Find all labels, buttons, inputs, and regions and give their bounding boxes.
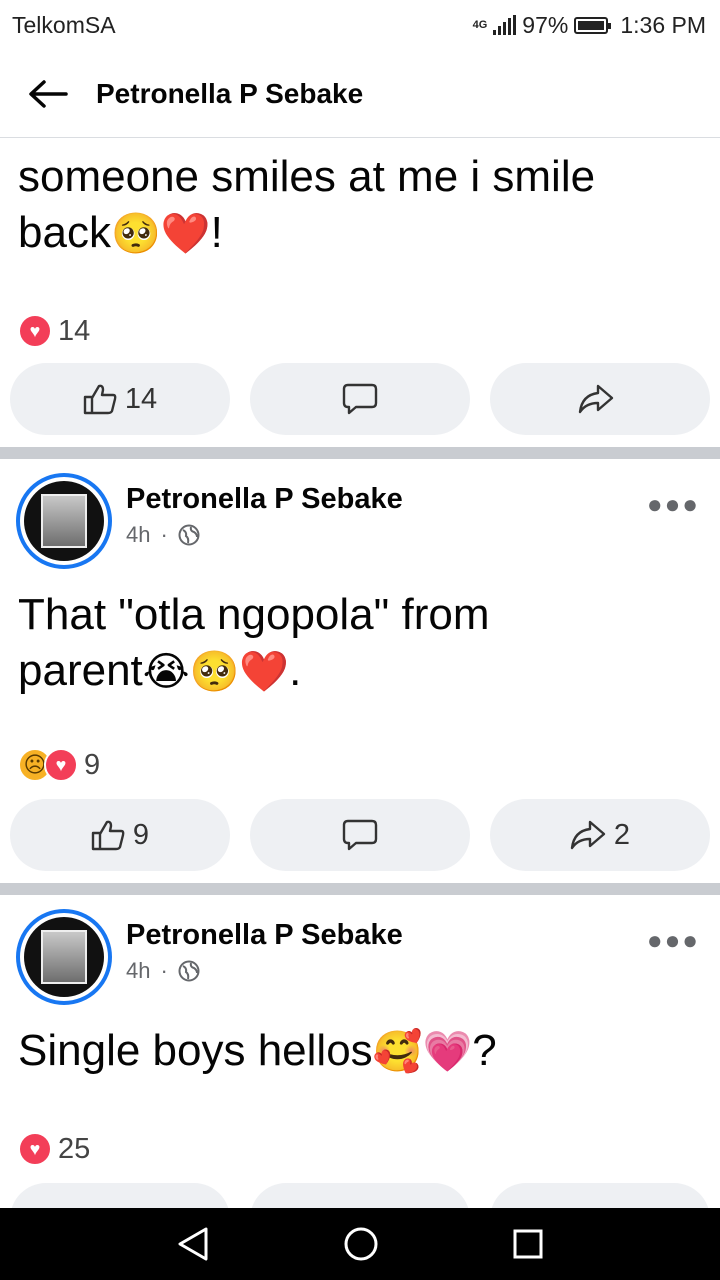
thumbs-up-icon [83, 384, 117, 415]
heart-reaction-icon: ♥ [18, 314, 52, 348]
growing-heart-emoji: 💗 [422, 1030, 473, 1074]
globe-icon [178, 960, 200, 982]
nav-recent-icon[interactable] [512, 1228, 544, 1260]
post-text: Single boys hellos🥰💗? [0, 1023, 720, 1079]
like-count: 14 [124, 382, 158, 415]
heart-reaction-icon: ♥ [44, 748, 78, 782]
status-indicators: 4G 97% 1:36 PM [473, 12, 706, 39]
share-count: 2 [613, 818, 631, 851]
heart-reaction-icon: ♥ [18, 1132, 52, 1166]
post-time: 4h [126, 522, 151, 547]
globe-icon [178, 524, 200, 546]
post-timestamp[interactable]: 4h · [126, 522, 403, 548]
share-icon [578, 384, 614, 414]
page-title: Petronella P Sebake [96, 77, 364, 109]
thumbs-up-icon [91, 820, 125, 851]
network-type-label: 4G [472, 19, 488, 31]
post-actions: 9 2 [0, 799, 720, 883]
reaction-count: 25 [58, 1132, 91, 1165]
post-text-line: Single boys hellos🥰💗? [18, 1023, 702, 1079]
crying-face-emoji: 😭 [142, 650, 190, 694]
post-text-line: someone smiles at me i smile [18, 152, 596, 201]
comment-icon [342, 383, 378, 415]
feed: someone smiles at me i smile back🥺❤️! ♥ … [0, 139, 720, 1255]
avatar-image [24, 917, 104, 997]
battery-percent: 97% [522, 11, 569, 38]
post-text: That "otla ngopola" from parent😭🥺❤️. [0, 587, 720, 699]
avatar[interactable] [16, 473, 112, 569]
separator-dot: · [160, 958, 168, 983]
clock: 1:36 PM [620, 11, 706, 38]
post-author[interactable]: Petronella P Sebake [126, 483, 403, 516]
post-actions: 14 [0, 363, 720, 447]
post: someone smiles at me i smile back🥺❤️! ♥ … [0, 139, 720, 447]
reaction-count: 9 [84, 748, 101, 781]
post-text: someone smiles at me i smile back🥺❤️! [0, 139, 720, 261]
post-timestamp[interactable]: 4h · [126, 958, 403, 984]
pleading-face-emoji: 🥺 [110, 212, 161, 256]
pleading-face-emoji: 🥺 [189, 650, 240, 694]
post: Petronella P Sebake 4h · ●●● That "otla … [0, 459, 720, 883]
post-meta: Petronella P Sebake 4h · [126, 473, 403, 548]
share-button[interactable] [490, 363, 710, 435]
red-heart-emoji: ❤️ [239, 650, 290, 694]
reactions-summary[interactable]: ♥ 25 [0, 1129, 720, 1169]
page-header: Petronella P Sebake [0, 50, 720, 138]
comment-button[interactable] [250, 799, 470, 871]
post-text-line: back🥺❤️! [18, 205, 702, 261]
arrow-left-icon [29, 79, 68, 108]
separator-dot: · [160, 522, 168, 547]
post-separator [0, 447, 720, 459]
avatar[interactable] [16, 909, 112, 1005]
post-text-segment: ? [472, 1026, 497, 1075]
reactions-summary[interactable]: ♥ 14 [0, 311, 720, 351]
battery-fill [578, 20, 604, 30]
avatar-image [24, 481, 104, 561]
smiling-face-with-hearts-emoji: 🥰 [372, 1030, 423, 1074]
comment-icon [342, 819, 378, 851]
app-root: TelkomSA 4G 97% 1:36 PM Petronella P Seb… [0, 0, 720, 1280]
nav-back-icon[interactable] [176, 1226, 210, 1262]
post-author[interactable]: Petronella P Sebake [126, 919, 403, 952]
share-icon [570, 820, 606, 850]
like-button[interactable]: 9 [10, 799, 230, 871]
post-separator [0, 883, 720, 895]
carrier-label: TelkomSA [12, 11, 116, 38]
reactions-summary[interactable]: ☹ ♥ 9 [0, 745, 720, 785]
like-button[interactable]: 14 [10, 363, 230, 435]
post-text-segment: Single boys hellos [18, 1026, 373, 1075]
post-header: Petronella P Sebake 4h · ●●● [0, 459, 720, 587]
system-nav-bar [0, 1208, 720, 1280]
post-meta: Petronella P Sebake 4h · [126, 909, 403, 984]
post-text-segment: ! [210, 208, 223, 257]
reaction-count: 14 [58, 314, 91, 347]
red-heart-emoji: ❤️ [160, 212, 211, 256]
post-text-line: parent😭🥺❤️. [18, 643, 702, 699]
post-time: 4h [126, 958, 151, 983]
status-bar: TelkomSA 4G 97% 1:36 PM [0, 0, 720, 50]
post-text-segment: back [18, 208, 111, 257]
nav-home-icon[interactable] [343, 1226, 379, 1262]
like-count: 9 [132, 818, 150, 851]
post-header: Petronella P Sebake 4h · ●●● [0, 895, 720, 1023]
post-text-line: That "otla ngopola" from [18, 590, 490, 639]
more-icon[interactable]: ●●● [647, 925, 700, 956]
back-button[interactable] [26, 72, 70, 116]
signal-icon [493, 15, 517, 35]
post-text-segment: . [289, 646, 302, 695]
share-button[interactable]: 2 [490, 799, 710, 871]
more-icon[interactable]: ●●● [647, 489, 700, 520]
battery-icon [574, 16, 612, 34]
post: Petronella P Sebake 4h · ●●● Single boys… [0, 895, 720, 1255]
comment-button[interactable] [250, 363, 470, 435]
post-text-segment: parent [18, 646, 143, 695]
